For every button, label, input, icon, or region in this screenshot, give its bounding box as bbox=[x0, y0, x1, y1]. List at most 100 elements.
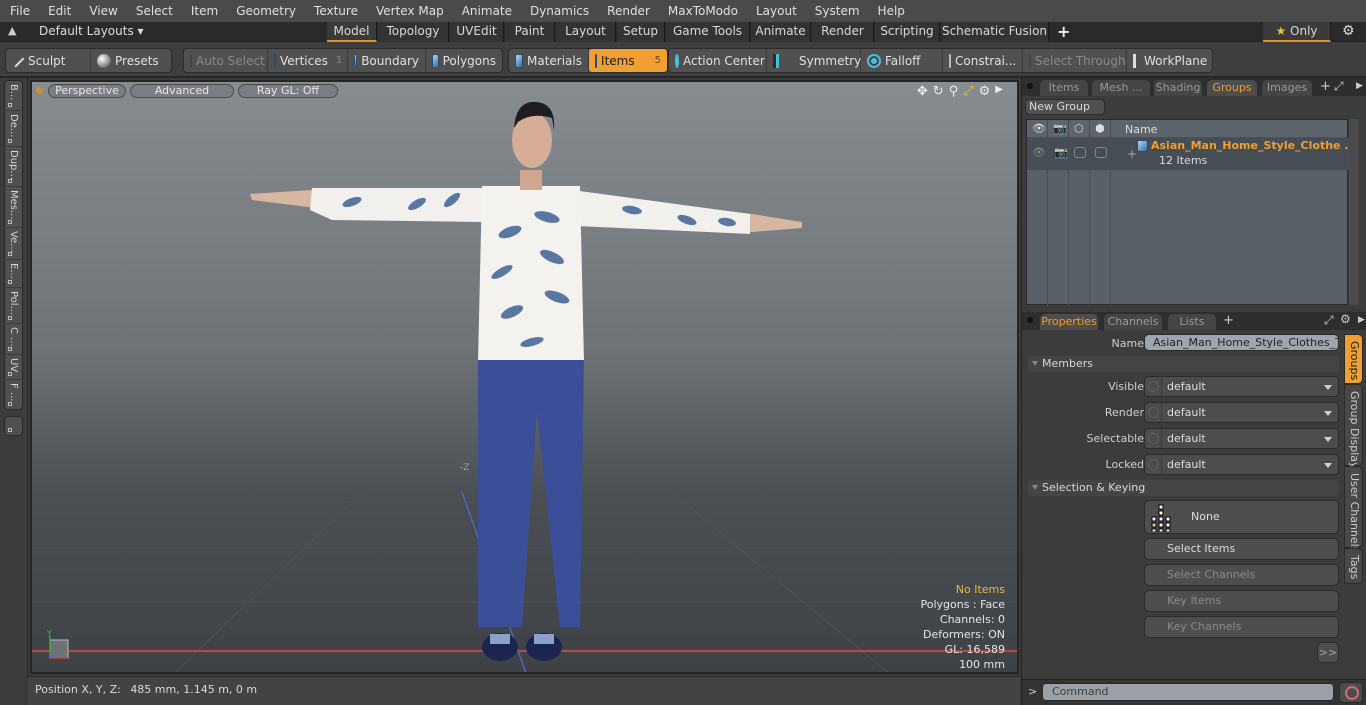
select-channels-button[interactable]: Select Channels bbox=[1144, 564, 1339, 586]
tab-schematic-fusion[interactable]: Schematic Fusion bbox=[941, 22, 1049, 42]
left-tab-mesh[interactable]: Mes... bbox=[5, 187, 22, 228]
menu-geometry[interactable]: Geometry bbox=[226, 4, 304, 18]
command-input[interactable]: Command bbox=[1042, 683, 1334, 701]
record-macro-button[interactable] bbox=[1339, 682, 1363, 703]
only-favorites-toggle[interactable]: ★ Only bbox=[1263, 22, 1331, 42]
tab-layout[interactable]: Layout bbox=[556, 22, 616, 42]
collapse-arrow-icon[interactable]: ▲ bbox=[8, 24, 16, 37]
expand-panel-icon[interactable]: ⤢ bbox=[1324, 313, 1334, 328]
tab-animate[interactable]: Animate bbox=[751, 22, 811, 42]
constraints-button[interactable]: Constrai... bbox=[943, 49, 1023, 72]
vertices-button[interactable]: Vertices 1 bbox=[268, 49, 348, 72]
tab-uvedit[interactable]: UVEdit bbox=[450, 22, 504, 42]
key-items-button[interactable]: Key Items bbox=[1144, 590, 1339, 612]
left-tab-polygon[interactable]: Pol... bbox=[5, 288, 22, 324]
add-tab-icon[interactable]: + bbox=[1223, 313, 1234, 328]
left-tab-duplicate[interactable]: Dup... bbox=[5, 147, 22, 187]
side-tab-groups[interactable]: Groups bbox=[1344, 334, 1363, 384]
left-tab-deform[interactable]: De... bbox=[5, 111, 22, 147]
left-tab-extra[interactable] bbox=[4, 416, 23, 436]
menu-animate[interactable]: Animate bbox=[452, 4, 520, 18]
left-tab-fusion[interactable]: F ... bbox=[5, 380, 22, 409]
menu-select[interactable]: Select bbox=[126, 4, 181, 18]
tab-game-tools[interactable]: Game Tools bbox=[666, 22, 750, 42]
symmetry-button[interactable]: Symmetry bbox=[767, 49, 861, 72]
add-tab-icon[interactable]: + bbox=[1320, 79, 1331, 94]
menu-render[interactable]: Render bbox=[597, 4, 658, 18]
tab-items[interactable]: Items bbox=[1040, 80, 1088, 96]
selection-keying-section-header[interactable]: Selection & Keying bbox=[1028, 480, 1339, 496]
locked-dropdown[interactable]: default bbox=[1144, 454, 1339, 475]
name-column-header[interactable]: Name bbox=[1125, 123, 1157, 136]
group-row[interactable]: 👁 📷 + Asian_Man_Home_Style_Clothe ... 12… bbox=[1027, 138, 1357, 170]
row-render-icon[interactable]: 📷 bbox=[1054, 146, 1068, 159]
left-tab-uv[interactable]: UV bbox=[5, 355, 22, 380]
tab-mesh[interactable]: Mesh ... bbox=[1092, 80, 1150, 96]
gear-icon[interactable]: ⚙ bbox=[1342, 23, 1355, 39]
workplane-button[interactable]: WorkPlane bbox=[1127, 49, 1211, 72]
expand-plus-icon[interactable]: + bbox=[1127, 147, 1137, 161]
action-center-button[interactable]: Action Center bbox=[669, 49, 767, 72]
menu-view[interactable]: View bbox=[79, 4, 125, 18]
menu-vertex-map[interactable]: Vertex Map bbox=[366, 4, 452, 18]
tab-groups[interactable]: Groups bbox=[1207, 80, 1257, 96]
menu-layout[interactable]: Layout bbox=[746, 4, 805, 18]
new-group-button[interactable]: New Group bbox=[1025, 99, 1105, 115]
render-dropdown[interactable]: default bbox=[1144, 402, 1339, 423]
tab-render[interactable]: Render bbox=[812, 22, 874, 42]
menu-texture[interactable]: Texture bbox=[304, 4, 366, 18]
side-tab-user-channels[interactable]: User Channels bbox=[1344, 466, 1363, 552]
groups-scrollbar[interactable] bbox=[1349, 119, 1359, 305]
locked-radio[interactable] bbox=[1148, 459, 1159, 470]
panel-dot-icon[interactable] bbox=[1027, 317, 1033, 323]
3d-viewport[interactable]: Perspective Advanced Ray GL: Off ✥ ↻ ⚲ ⤢… bbox=[30, 80, 1019, 674]
menu-dynamics[interactable]: Dynamics bbox=[520, 4, 597, 18]
tab-model[interactable]: Model bbox=[327, 22, 377, 42]
panel-dot-icon[interactable] bbox=[1027, 83, 1033, 89]
side-tab-group-display[interactable]: Group Display bbox=[1344, 384, 1363, 469]
render-radio[interactable] bbox=[1148, 407, 1159, 418]
select-through-button[interactable]: Select Through bbox=[1023, 49, 1127, 72]
auto-select-button[interactable]: Auto Select bbox=[184, 49, 268, 72]
select-items-button[interactable]: Select Items bbox=[1144, 538, 1339, 560]
sculpt-button[interactable]: Sculpt bbox=[6, 49, 91, 72]
none-selection-button[interactable]: None bbox=[1144, 500, 1339, 534]
name-input[interactable]: Asian_Man_Home_Style_Clothes_T_P bbox=[1144, 334, 1339, 351]
group-name[interactable]: Asian_Man_Home_Style_Clothe ... bbox=[1151, 139, 1357, 152]
left-tab-vertex[interactable]: Ve... bbox=[5, 228, 22, 260]
left-tab-curve[interactable]: C ... bbox=[5, 324, 22, 355]
menu-file[interactable]: File bbox=[0, 4, 38, 18]
expand-panel-icon[interactable]: ⤢ bbox=[1334, 79, 1344, 94]
items-button[interactable]: Items 5 bbox=[589, 49, 667, 72]
character-model[interactable] bbox=[32, 82, 1019, 674]
panel-menu-arrow-icon[interactable]: ▶ bbox=[1356, 81, 1363, 91]
menu-help[interactable]: Help bbox=[868, 4, 913, 18]
falloff-button[interactable]: Falloff bbox=[861, 49, 943, 72]
tab-properties[interactable]: Properties bbox=[1040, 314, 1098, 330]
tab-lists[interactable]: Lists bbox=[1168, 314, 1216, 330]
tab-setup[interactable]: Setup bbox=[617, 22, 665, 42]
tab-images[interactable]: Images bbox=[1262, 80, 1312, 96]
default-layouts-dropdown[interactable]: Default Layouts ▾ bbox=[39, 24, 144, 38]
row-lock-checkbox[interactable] bbox=[1095, 147, 1107, 158]
menu-system[interactable]: System bbox=[805, 4, 868, 18]
add-tab-button[interactable]: + bbox=[1057, 22, 1070, 41]
row-visibility-icon[interactable]: 👁 bbox=[1032, 146, 1046, 159]
panel-settings-icon[interactable]: ⚙ bbox=[1340, 312, 1351, 326]
left-tab-basic[interactable]: B... bbox=[5, 81, 22, 111]
menu-maxtomodo[interactable]: MaxToModo bbox=[658, 4, 746, 18]
visible-dropdown[interactable]: default bbox=[1144, 376, 1339, 397]
menu-item[interactable]: Item bbox=[181, 4, 226, 18]
selectable-dropdown[interactable]: default bbox=[1144, 428, 1339, 449]
selectable-radio[interactable] bbox=[1148, 433, 1159, 444]
tab-topology[interactable]: Topology bbox=[378, 22, 449, 42]
key-channels-button[interactable]: Key Channels bbox=[1144, 616, 1339, 638]
members-section-header[interactable]: Members bbox=[1028, 356, 1339, 372]
tab-scripting[interactable]: Scripting bbox=[875, 22, 940, 42]
menu-edit[interactable]: Edit bbox=[38, 4, 79, 18]
tab-channels[interactable]: Channels bbox=[1104, 314, 1162, 330]
side-tab-tags[interactable]: Tags bbox=[1344, 548, 1363, 584]
tab-shading[interactable]: Shading bbox=[1154, 80, 1202, 96]
row-selectable-checkbox[interactable] bbox=[1074, 147, 1086, 158]
left-tab-edge[interactable]: E... bbox=[5, 260, 22, 288]
